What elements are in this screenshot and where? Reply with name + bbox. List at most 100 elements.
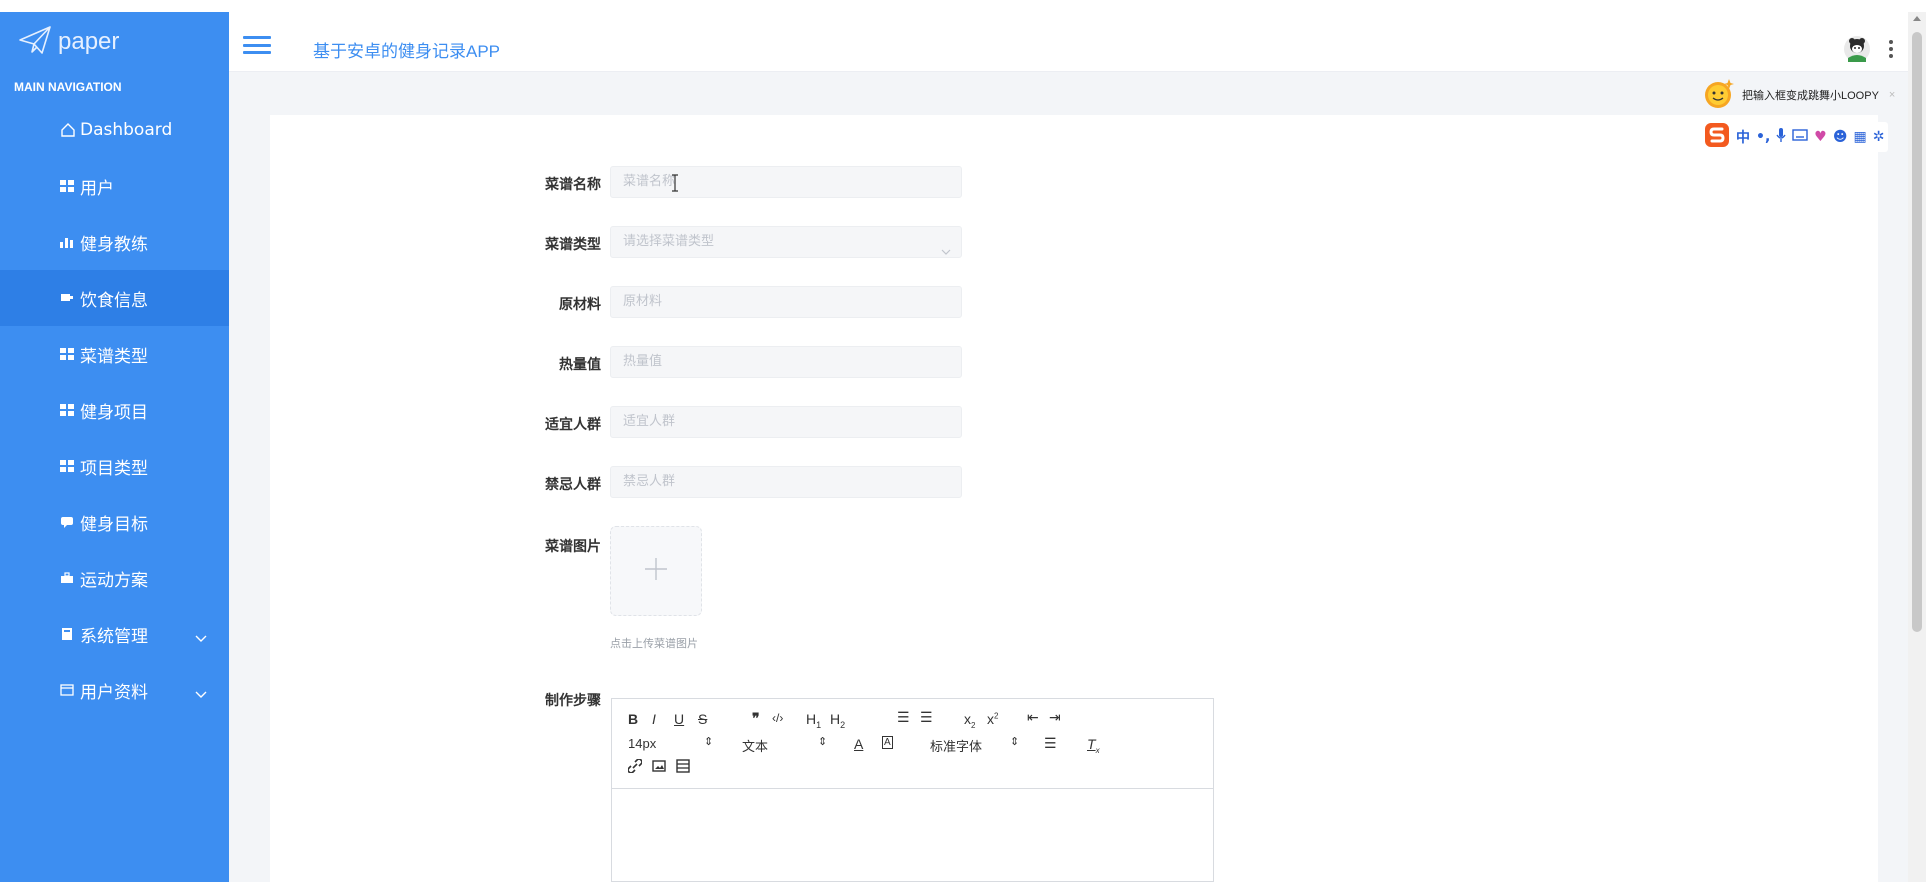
bullet-list-icon[interactable]: ☰ (920, 709, 933, 726)
sidebar-item-label: Dashboard (80, 120, 173, 140)
sidebar-item-diet[interactable]: 饮食信息 (0, 270, 263, 326)
grid-icon (60, 180, 78, 192)
briefcase-icon (60, 572, 78, 584)
steps-label: 制作步骤 (545, 693, 601, 709)
sidebar-item-label: 健身教练 (80, 234, 148, 255)
background-color-icon[interactable]: A (882, 736, 893, 749)
ingredients-placeholder: 原材料 (623, 294, 663, 309)
heading-2-icon[interactable]: H2 (830, 711, 845, 730)
suitable-people-input[interactable]: 适宜人群 (610, 406, 962, 438)
sidebar-item-dashboard[interactable]: Dashboard (0, 102, 229, 158)
sidebar-item-label: 项目类型 (80, 458, 148, 479)
ime-tip[interactable]: 把输入框变成跳舞小LOOPY × (1702, 78, 1895, 108)
recipe-type-placeholder: 请选择菜谱类型 (623, 234, 715, 249)
link-icon[interactable] (627, 758, 643, 776)
blockquote-icon[interactable]: ❞ (752, 710, 760, 727)
bar-chart-icon (60, 236, 78, 248)
calories-placeholder: 热量值 (623, 354, 663, 369)
punctuation-icon[interactable]: •, (1756, 129, 1770, 145)
sidebar-item-user-profile[interactable]: 用户资料 (0, 662, 229, 718)
close-icon[interactable]: × (1889, 89, 1895, 101)
sidebar-item-exercise-plans[interactable]: 运动方案 (0, 550, 229, 606)
message-icon (60, 516, 78, 528)
more-options-icon[interactable] (1888, 40, 1894, 58)
clear-format-icon[interactable]: Tx (1087, 736, 1100, 755)
sidebar-item-label: 运动方案 (80, 570, 148, 591)
font-family-select[interactable]: 标准字体 (930, 736, 982, 755)
indent-icon[interactable]: ⇥ (1049, 709, 1061, 726)
page-scrollbar[interactable] (1908, 12, 1926, 882)
align-icon[interactable]: ☰ (1044, 735, 1057, 752)
keyboard-icon[interactable] (1792, 129, 1808, 145)
strikethrough-icon[interactable]: S (698, 711, 707, 727)
sidebar-item-fitness-goals[interactable]: 健身目标 (0, 494, 229, 550)
outdent-icon[interactable]: ⇤ (1027, 709, 1039, 726)
sidebar-item-label: 健身项目 (80, 402, 148, 423)
editor-content-area[interactable] (612, 790, 1213, 882)
sidebar: paper MAIN NAVIGATION Dashboard 用户 健身教练 … (0, 12, 263, 882)
calories-input[interactable]: 热量值 (610, 346, 962, 378)
code-icon[interactable]: ‹/› (772, 711, 783, 725)
scroll-up-arrow-icon[interactable] (1913, 16, 1921, 21)
font-size-select[interactable]: 14px (628, 736, 656, 751)
sidebar-item-fitness-projects[interactable]: 健身项目 (0, 382, 229, 438)
skin-icon[interactable]: ♥ (1814, 129, 1827, 145)
sidebar-item-label: 健身目标 (80, 514, 148, 535)
recipe-name-input[interactable]: 菜谱名称 (610, 166, 962, 198)
underline-icon[interactable]: U (674, 711, 684, 727)
scrollbar-thumb[interactable] (1912, 32, 1922, 632)
sidebar-item-system-management[interactable]: 系统管理 (0, 606, 229, 662)
image-upload-button[interactable] (610, 526, 702, 616)
calories-label: 热量值 (559, 357, 601, 373)
italic-icon[interactable]: I (652, 711, 656, 727)
font-family-select-arrow-icon[interactable]: ⇕ (1010, 735, 1019, 748)
rich-text-editor: B I U S ❞ ‹/› H1 H2 ☰ ☰ x2 x2 ⇤ ⇥ 14px ⇕… (611, 698, 1214, 882)
avatar[interactable] (1842, 34, 1872, 64)
sidebar-item-recipe-types[interactable]: 菜谱类型 (0, 326, 229, 382)
heading-1-icon[interactable]: H1 (806, 711, 821, 730)
ime-toolbar: 中 •, ♥ ☻ ▦ ✲ (1700, 122, 1889, 152)
menu-toggle-icon[interactable] (243, 36, 271, 54)
forbidden-people-input[interactable]: 禁忌人群 (610, 466, 962, 498)
brand-name: paper (58, 28, 120, 55)
superscript-icon[interactable]: x2 (987, 711, 998, 727)
image-icon[interactable] (652, 759, 666, 776)
sidebar-item-label: 系统管理 (80, 626, 148, 647)
subscript-icon[interactable]: x2 (964, 711, 975, 730)
font-color-icon[interactable]: A (854, 736, 863, 752)
recipe-name-label: 菜谱名称 (545, 177, 601, 193)
sidebar-item-project-types[interactable]: 项目类型 (0, 438, 229, 494)
chevron-down-icon[interactable] (195, 628, 207, 642)
recipe-type-select[interactable]: 请选择菜谱类型 (610, 226, 962, 258)
ime-language-toggle[interactable]: 中 (1736, 127, 1750, 147)
toolbox-icon[interactable]: ▦ (1853, 129, 1866, 145)
plus-icon (643, 556, 669, 586)
grid-icon (60, 348, 78, 360)
sidebar-item-label: 菜谱类型 (80, 346, 148, 367)
editor-toolbar: B I U S ❞ ‹/› H1 H2 ☰ ☰ x2 x2 ⇤ ⇥ 14px ⇕… (612, 699, 1213, 789)
text-style-select[interactable]: 文本 (742, 736, 768, 755)
ingredients-input[interactable]: 原材料 (610, 286, 962, 318)
sidebar-item-users[interactable]: 用户 (0, 158, 229, 214)
topbar: 基于安卓的健身记录APP (229, 12, 1908, 72)
font-size-select-arrow-icon[interactable]: ⇕ (704, 735, 713, 748)
book-icon (60, 628, 78, 640)
sogou-logo-icon (1704, 122, 1730, 152)
sidebar-item-coaches[interactable]: 健身教练 (0, 214, 229, 270)
forbidden-people-label: 禁忌人群 (545, 477, 601, 493)
recipe-image-label: 菜谱图片 (545, 539, 601, 555)
sidebar-item-label: 用户 (80, 178, 114, 199)
bold-icon[interactable]: B (628, 711, 638, 727)
text-style-select-arrow-icon[interactable]: ⇕ (818, 735, 827, 748)
settings-gear-icon[interactable]: ✲ (1873, 129, 1885, 145)
ordered-list-icon[interactable]: ☰ (897, 709, 910, 726)
video-icon[interactable] (676, 759, 690, 776)
nav-heading: MAIN NAVIGATION (14, 80, 122, 94)
ingredients-label: 原材料 (559, 297, 601, 313)
chevron-down-icon[interactable] (195, 684, 207, 698)
microphone-icon[interactable] (1776, 127, 1786, 147)
suitable-people-placeholder: 适宜人群 (623, 414, 676, 429)
brand[interactable]: paper (0, 12, 229, 72)
recipe-type-label: 菜谱类型 (545, 237, 601, 253)
emoji-icon[interactable]: ☻ (1833, 129, 1848, 145)
